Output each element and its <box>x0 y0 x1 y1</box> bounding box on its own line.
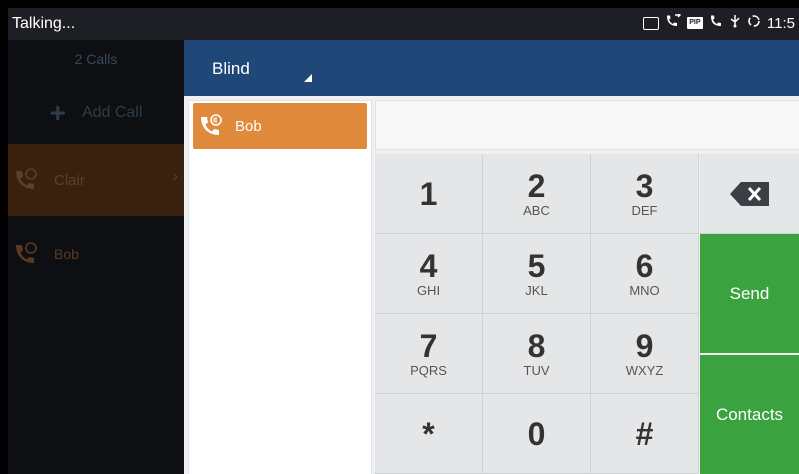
key-digit: 5 <box>527 247 546 284</box>
key-7[interactable]: 7 PQRS <box>375 314 483 394</box>
call-hold-icon <box>201 114 222 135</box>
call-transfer-icon <box>16 168 37 189</box>
key-digit: 7 <box>419 327 438 364</box>
call-item-active[interactable]: Clair › <box>8 144 184 216</box>
key-6[interactable]: 6 MNO <box>591 234 699 314</box>
call-list-panel: 2 Calls + Add Call Clair › Bob <box>8 40 184 474</box>
status-title: Talking... <box>12 15 76 32</box>
call-item-name: Clair <box>54 171 85 189</box>
send-label: Send <box>729 283 770 303</box>
pip-icon: PIP <box>686 17 703 29</box>
key-digit: 4 <box>419 247 438 284</box>
add-call-label: Add Call <box>81 104 143 121</box>
status-icons: PIP 11:5 <box>642 12 795 32</box>
key-digit: 2 <box>527 167 546 204</box>
key-hash[interactable]: # <box>591 394 699 474</box>
key-digit: # <box>635 415 654 452</box>
dialog-header: Blind <box>184 40 799 96</box>
sync-icon <box>747 14 761 32</box>
key-2[interactable]: 2 ABC <box>483 154 591 234</box>
key-letters: GHI <box>416 282 441 298</box>
key-letters: WXYZ <box>625 362 664 378</box>
key-letters: ABC <box>523 202 550 218</box>
dialpad: 1 2 ABC 3 DEF 4 GHI 5 JKL 6 MNO 7 PQRS 8 TUV 9W… <box>375 154 699 474</box>
dropdown-triangle-icon <box>304 74 312 82</box>
call-transfer-icon <box>665 12 681 32</box>
number-input[interactable] <box>375 100 799 150</box>
key-digit: 0 <box>527 415 546 452</box>
key-1[interactable]: 1 <box>375 154 483 234</box>
contact-name: Bob <box>235 117 262 135</box>
contacts-button[interactable]: Contacts <box>700 355 799 474</box>
key-9[interactable]: 9 WXYZ <box>591 314 699 394</box>
usb-icon <box>729 14 741 32</box>
key-letters: PQRS <box>410 362 447 378</box>
key-letters: TUV <box>523 362 550 378</box>
contacts-label: Contacts <box>715 404 784 424</box>
chevron-right-icon: › <box>172 168 178 185</box>
key-3[interactable]: 3 DEF <box>591 154 699 234</box>
key-8[interactable]: 8 TUV <box>483 314 591 394</box>
key-5[interactable]: 5 JKL <box>483 234 591 314</box>
contact-list: Bob <box>188 100 372 474</box>
key-digit: 9 <box>635 327 654 364</box>
key-letters: MNO <box>629 282 660 298</box>
key-digit: 3 <box>635 167 654 204</box>
key-digit: 1 <box>419 175 438 212</box>
phone-screen: Talking... PIP 11:5 2 Calls + Add Call C… <box>8 8 799 474</box>
backspace-icon <box>729 181 769 206</box>
status-bar: Talking... PIP 11:5 <box>8 8 799 40</box>
key-0[interactable]: 0 <box>483 394 591 474</box>
key-letters: JKL <box>525 282 548 298</box>
dialpad-actions: Send Contacts <box>700 154 799 474</box>
image-icon <box>642 16 659 30</box>
key-digit: 6 <box>635 247 654 284</box>
key-letters: DEF <box>631 202 658 218</box>
call-item[interactable]: Bob <box>8 234 184 274</box>
transfer-mode-value: Blind <box>212 59 250 78</box>
backspace-button[interactable] <box>700 154 799 234</box>
calls-count-label: 2 Calls <box>74 51 118 67</box>
send-button[interactable]: Send <box>700 234 799 353</box>
key-star[interactable]: * <box>375 394 483 474</box>
plus-icon: + <box>49 97 66 128</box>
transfer-dialog: Blind Bob 1 2 ABC 3 DEF 4 GHI 5 JKL 6 MNO 7 PQ… <box>184 40 799 474</box>
call-item-name: Bob <box>54 246 79 262</box>
call-hold-icon <box>16 242 37 263</box>
phone-icon <box>709 14 723 32</box>
transfer-mode-dropdown[interactable]: Blind <box>212 40 322 96</box>
contact-item-bob[interactable]: Bob <box>193 103 367 149</box>
key-digit: * <box>422 415 435 452</box>
key-4[interactable]: 4 GHI <box>375 234 483 314</box>
key-digit: 8 <box>527 327 546 364</box>
add-call-button[interactable]: + Add Call <box>8 78 184 148</box>
status-time: 11:5 <box>766 14 795 32</box>
